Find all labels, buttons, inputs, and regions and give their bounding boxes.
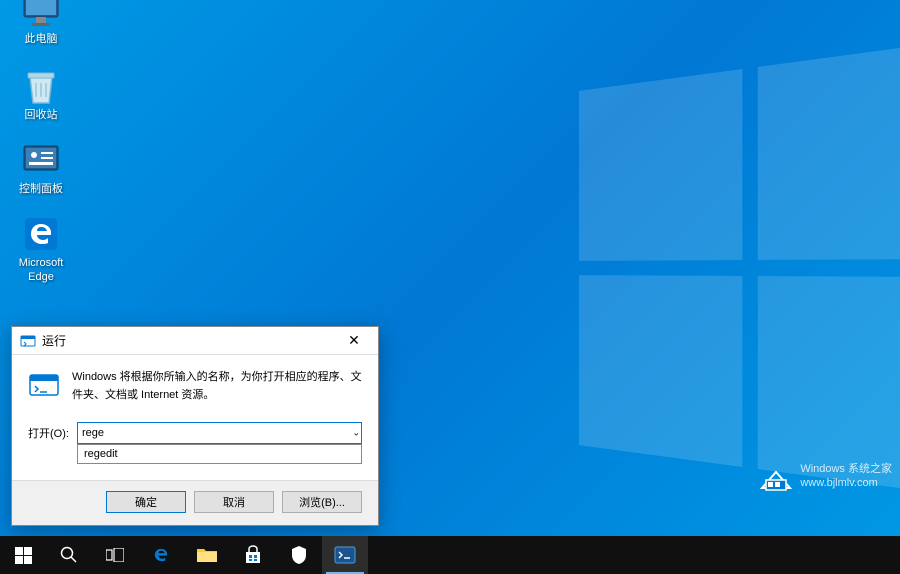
run-button-row: 确定 取消 浏览(B)... bbox=[12, 480, 378, 525]
watermark-icon bbox=[758, 458, 794, 494]
autocomplete-dropdown: regedit bbox=[77, 444, 362, 464]
desktop[interactable]: 此电脑 回收站 控制面板 Microsoft Edge 运行 ✕ bbox=[0, 0, 900, 536]
this-pc-icon bbox=[21, 0, 61, 30]
desktop-icon-label: 回收站 bbox=[6, 108, 76, 122]
desktop-icon-label: 控制面板 bbox=[6, 182, 76, 196]
desktop-icon-label: Microsoft Edge bbox=[6, 256, 76, 285]
taskbar-run[interactable] bbox=[322, 536, 368, 574]
watermark-line1: Windows 系统之家 bbox=[800, 462, 892, 476]
run-title-icon bbox=[20, 333, 36, 349]
desktop-icon-this-pc[interactable]: 此电脑 bbox=[6, 0, 76, 46]
taskbar-store[interactable] bbox=[230, 536, 276, 574]
desktop-icon-control-panel[interactable]: 控制面板 bbox=[6, 140, 76, 196]
windows-logo-background bbox=[550, 68, 900, 468]
taskbar bbox=[0, 536, 900, 574]
taskbar-edge[interactable] bbox=[138, 536, 184, 574]
search-button[interactable] bbox=[46, 536, 92, 574]
run-description: Windows 将根据你所输入的名称，为你打开相应的程序、文件夹、文档或 Int… bbox=[72, 369, 362, 404]
edge-icon bbox=[21, 214, 61, 254]
taskbar-file-explorer[interactable] bbox=[184, 536, 230, 574]
run-titlebar[interactable]: 运行 ✕ bbox=[12, 327, 378, 355]
desktop-icon-edge[interactable]: Microsoft Edge bbox=[6, 214, 76, 285]
run-dialog-icon bbox=[28, 369, 60, 401]
run-input[interactable] bbox=[77, 422, 362, 444]
browse-button[interactable]: 浏览(B)... bbox=[282, 491, 362, 513]
desktop-icon-label: 此电脑 bbox=[6, 32, 76, 46]
watermark-line2: www.bjlmlv.com bbox=[800, 476, 892, 490]
taskbar-security[interactable] bbox=[276, 536, 322, 574]
close-button[interactable]: ✕ bbox=[334, 328, 374, 354]
run-title: 运行 bbox=[42, 332, 334, 349]
run-body: Windows 将根据你所输入的名称，为你打开相应的程序、文件夹、文档或 Int… bbox=[12, 355, 378, 454]
cancel-button[interactable]: 取消 bbox=[194, 491, 274, 513]
run-dialog: 运行 ✕ Windows 将根据你所输入的名称，为你打开相应的程序、文件夹、文档… bbox=[11, 326, 379, 526]
ok-button[interactable]: 确定 bbox=[106, 491, 186, 513]
start-button[interactable] bbox=[0, 536, 46, 574]
watermark: Windows 系统之家 www.bjlmlv.com bbox=[758, 458, 892, 494]
run-input-label: 打开(O): bbox=[28, 425, 69, 441]
desktop-icon-recycle-bin[interactable]: 回收站 bbox=[6, 66, 76, 122]
task-view-button[interactable] bbox=[92, 536, 138, 574]
recycle-bin-icon bbox=[21, 66, 61, 106]
control-panel-icon bbox=[21, 140, 61, 180]
autocomplete-item[interactable]: regedit bbox=[78, 445, 361, 463]
